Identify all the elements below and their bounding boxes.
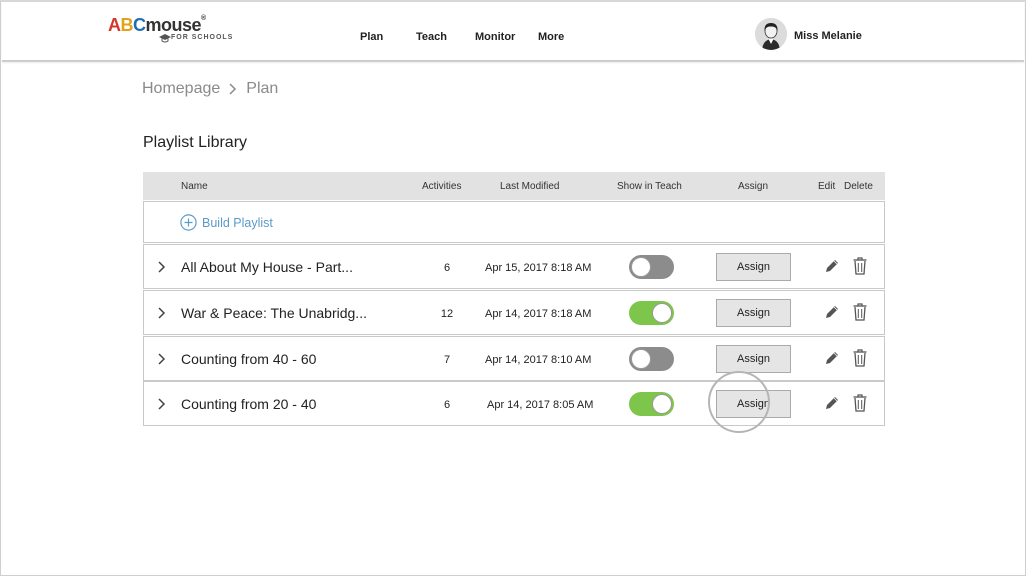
assign-button[interactable]: Assign <box>716 253 791 281</box>
playlist-name[interactable]: All About My House - Part... <box>181 259 353 275</box>
trash-icon[interactable] <box>852 393 868 412</box>
user-name[interactable]: Miss Melanie <box>794 30 862 42</box>
build-playlist-label: Build Playlist <box>202 215 273 230</box>
show-in-teach-toggle[interactable] <box>629 301 674 325</box>
nav-teach[interactable]: Teach <box>416 31 447 43</box>
table-row: Counting from 20 - 40 6 Apr 14, 2017 8:0… <box>143 381 885 426</box>
breadcrumb: Homepage Plan <box>142 80 278 98</box>
page-title: Playlist Library <box>143 134 248 151</box>
show-in-teach-toggle[interactable] <box>629 255 674 279</box>
pencil-icon[interactable] <box>823 257 841 275</box>
playlist-name[interactable]: Counting from 20 - 40 <box>181 396 316 412</box>
toggle-knob <box>631 257 651 277</box>
logo-letter-a: A <box>108 15 121 35</box>
table-header: Name Activities Last Modified Show in Te… <box>143 172 885 200</box>
logo-rest: mouse <box>145 15 202 35</box>
logo-registered: ® <box>201 15 206 22</box>
graduation-cap-icon <box>159 34 171 43</box>
last-modified: Apr 15, 2017 8:18 AM <box>485 262 592 274</box>
logo-letter-c: C <box>133 15 146 35</box>
last-modified: Apr 14, 2017 8:18 AM <box>485 308 592 320</box>
expand-chevron-icon[interactable] <box>157 259 167 275</box>
playlist-name[interactable]: Counting from 40 - 60 <box>181 351 316 367</box>
assign-button[interactable]: Assign <box>716 299 791 327</box>
avatar-person-icon <box>755 18 787 50</box>
show-in-teach-toggle[interactable] <box>629 392 674 416</box>
expand-chevron-icon[interactable] <box>157 351 167 367</box>
assign-button[interactable]: Assign <box>716 345 791 373</box>
table-row: All About My House - Part... 6 Apr 15, 2… <box>143 244 885 289</box>
logo-wordmark: ABCmouse® <box>108 15 206 36</box>
plus-circle-icon <box>180 214 197 231</box>
trash-icon[interactable] <box>852 256 868 275</box>
column-delete: Delete <box>844 181 873 192</box>
abcmouse-logo[interactable]: ABCmouse® FOR SCHOOLS <box>108 15 248 49</box>
pencil-icon[interactable] <box>823 394 841 412</box>
column-last-modified: Last Modified <box>500 181 560 192</box>
activity-count: 12 <box>440 308 454 320</box>
toggle-knob <box>631 349 651 369</box>
last-modified: Apr 14, 2017 8:05 AM <box>487 399 594 411</box>
last-modified: Apr 14, 2017 8:10 AM <box>485 354 592 366</box>
breadcrumb-plan: Plan <box>246 80 279 97</box>
pencil-icon[interactable] <box>823 303 841 321</box>
top-header: ABCmouse® FOR SCHOOLS Plan Teach Monitor… <box>2 2 1024 62</box>
playlist-name[interactable]: War & Peace: The Unabridg... <box>181 305 367 321</box>
column-edit: Edit <box>818 181 836 192</box>
show-in-teach-toggle[interactable] <box>629 347 674 371</box>
logo-letter-b: B <box>120 15 134 35</box>
trash-icon[interactable] <box>852 348 868 367</box>
table-row: War & Peace: The Unabridg... 12 Apr 14, … <box>143 290 885 335</box>
expand-chevron-icon[interactable] <box>157 396 167 412</box>
build-playlist-button[interactable]: Build Playlist <box>180 214 273 231</box>
nav-more[interactable]: More <box>538 31 564 43</box>
build-playlist-row: Build Playlist <box>143 201 885 243</box>
column-activities: Activities <box>422 181 462 192</box>
nav-plan[interactable]: Plan <box>360 31 383 43</box>
breadcrumb-homepage[interactable]: Homepage <box>142 80 220 98</box>
activity-count: 6 <box>443 262 451 274</box>
chevron-right-icon <box>229 83 237 95</box>
expand-chevron-icon[interactable] <box>157 305 167 321</box>
assign-button[interactable]: Assign <box>716 390 791 418</box>
table-row: Counting from 40 - 60 7 Apr 14, 2017 8:1… <box>143 336 885 381</box>
activity-count: 7 <box>443 354 451 366</box>
nav-monitor[interactable]: Monitor <box>475 31 515 43</box>
logo-subtitle: FOR SCHOOLS <box>171 34 234 41</box>
column-show-in-teach: Show in Teach <box>617 181 682 192</box>
column-name: Name <box>181 181 208 192</box>
pencil-icon[interactable] <box>823 349 841 367</box>
trash-icon[interactable] <box>852 302 868 321</box>
activity-count: 6 <box>443 399 451 411</box>
toggle-knob <box>652 394 672 414</box>
column-assign: Assign <box>738 181 769 192</box>
toggle-knob <box>652 303 672 323</box>
user-avatar[interactable] <box>755 18 787 50</box>
